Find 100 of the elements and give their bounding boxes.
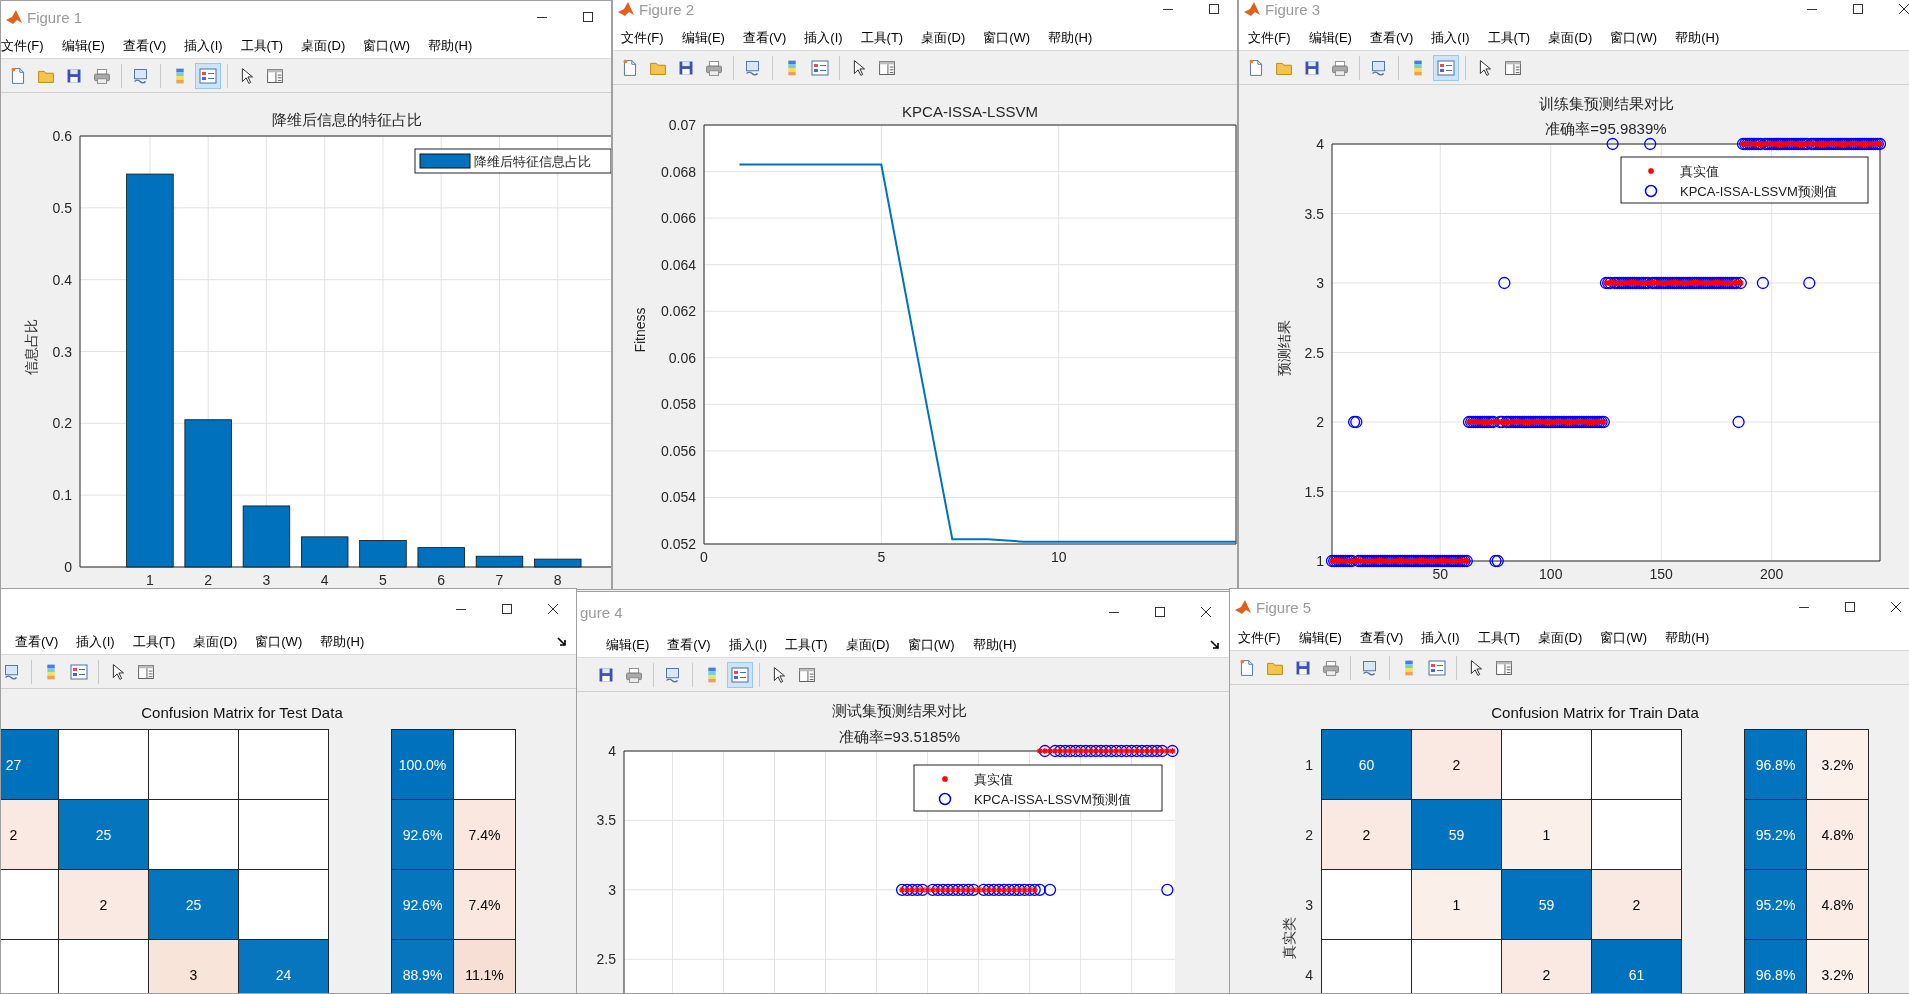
matrix-cell: 27 — [1, 730, 58, 799]
menu-item[interactable]: 桌面(D) — [1548, 28, 1593, 47]
menu-item[interactable]: 窗口(W) — [983, 28, 1031, 47]
summary-cell: 3.2% — [1807, 940, 1868, 993]
menu-item[interactable]: 插入(I) — [804, 28, 843, 47]
axis-tick-label: 0 — [700, 549, 708, 565]
axis-label: 信息占比 — [23, 319, 39, 375]
axis-tick-label: 2.5 — [596, 951, 616, 968]
menu-item[interactable]: 查看(V) — [1369, 28, 1414, 47]
menu-item[interactable]: 编辑(E) — [1308, 28, 1352, 47]
window-title: Figure 2 — [639, 0, 695, 18]
legend-label: KPCA-ISSA-LSSVM预测值 — [974, 792, 1131, 807]
menu-item[interactable]: 帮助(H) — [1665, 628, 1710, 647]
menu-item[interactable]: 工具(T) — [784, 635, 828, 654]
axis-tick-label: 4 — [608, 743, 616, 759]
axis-tick-label: 0.058 — [660, 396, 696, 413]
matrix-cell: 59 — [1412, 800, 1501, 869]
menu-item[interactable]: 窗口(W) — [907, 635, 955, 654]
axis-tick-label: 0.06 — [668, 349, 696, 366]
menu-item[interactable]: 工具(T) — [1487, 28, 1531, 47]
menu-item[interactable]: 插入(I) — [1421, 628, 1460, 647]
menu-item[interactable]: 帮助(H) — [1675, 28, 1720, 47]
axis-tick-label: 4 — [1304, 966, 1314, 985]
summary-cell: 11.1% — [454, 940, 515, 993]
axis-tick-label: 0.6 — [52, 128, 72, 144]
window-title: Figure 3 — [1265, 0, 1321, 18]
summary-cell: 95.2% — [1745, 800, 1806, 869]
axis-tick-label: 100 — [1539, 566, 1563, 582]
menu-item[interactable]: 插入(I) — [1431, 28, 1470, 47]
menu-item[interactable]: 工具(T) — [1477, 628, 1521, 647]
menu-item[interactable]: 插入(I) — [76, 632, 115, 651]
axis-tick-label: 6 — [437, 572, 446, 588]
menu-item[interactable]: 编辑(E) — [1298, 628, 1342, 647]
menu-item[interactable]: 桌面(D) — [845, 635, 890, 654]
menu-item[interactable]: 窗口(W) — [363, 36, 411, 55]
summary-cell: 96.8% — [1745, 940, 1806, 993]
matrix-cell: 61 — [1592, 940, 1681, 993]
axis-tick-label: 0.056 — [660, 442, 696, 459]
matrix-cell: 2 — [1322, 800, 1411, 869]
menu-item[interactable]: 查看(V) — [667, 635, 711, 654]
menu-item[interactable]: 桌面(D) — [1538, 628, 1583, 647]
menu-item[interactable]: 帮助(H) — [1048, 28, 1093, 47]
axis-tick-label: 2.5 — [1304, 344, 1324, 361]
menu-item[interactable]: 查看(V) — [742, 28, 787, 47]
menu-item[interactable]: 编辑(E) — [606, 635, 650, 654]
window-title: Figure 5 — [1256, 598, 1312, 616]
menu-item[interactable]: 查看(V) — [15, 632, 59, 651]
menu-item[interactable]: 窗口(W) — [1600, 628, 1648, 647]
axis-tick-label: 8 — [553, 572, 562, 588]
menu-item[interactable]: 插入(I) — [728, 635, 767, 654]
axis-label: Fitness — [632, 307, 648, 353]
menu-item[interactable]: 帮助(H) — [972, 635, 1017, 654]
menu-item[interactable]: 文件(F) — [1248, 28, 1291, 47]
menu-item[interactable]: 桌面(D) — [921, 28, 966, 47]
menu-item[interactable]: 工具(T) — [860, 28, 904, 47]
menu-item[interactable]: 插入(I) — [184, 36, 223, 55]
axis-tick-label: 3 — [1304, 896, 1314, 915]
summary-cell: 7.4% — [454, 870, 515, 939]
summary-cell: 7.4% — [454, 800, 515, 869]
legend-label: 降维后特征信息占比 — [474, 154, 591, 169]
summary-cell: 92.6% — [392, 800, 453, 869]
menu-item[interactable]: 编辑(E) — [681, 28, 725, 47]
axis-tick-label: 0.052 — [660, 536, 696, 552]
axis-tick-label: 7 — [495, 572, 504, 588]
axis-tick-label: 3.5 — [1304, 205, 1324, 222]
menu-item[interactable]: 工具(T) — [240, 36, 284, 55]
summary-cell: 4.8% — [1807, 800, 1868, 869]
chart-title: 测试集预测结果对比 — [832, 702, 967, 719]
menu-item[interactable]: 窗口(W) — [255, 632, 303, 651]
axis-tick-label: 3 — [262, 572, 271, 588]
matrix-cell: 3 — [149, 940, 238, 993]
chart-title: Confusion Matrix for Test Data — [140, 703, 344, 723]
axis-tick-label: 0.07 — [668, 117, 696, 133]
axis-tick-label: 4 — [320, 572, 329, 588]
menu-item[interactable]: 帮助(H) — [320, 632, 365, 651]
axis-tick-label: 0.3 — [52, 343, 72, 360]
matrix-cell: 2 — [1592, 870, 1681, 939]
axis-tick-label: 0.5 — [52, 199, 72, 216]
menu-item[interactable]: 帮助(H) — [428, 36, 473, 55]
menu-item[interactable]: 桌面(D) — [193, 632, 238, 651]
matrix-cell: 25 — [149, 870, 238, 939]
axis-tick-label: 4 — [1316, 136, 1324, 152]
axis-tick-label: 2 — [1316, 414, 1324, 430]
menu-item[interactable]: 文件(F) — [1238, 628, 1281, 647]
menu-item[interactable]: 工具(T) — [132, 632, 176, 651]
matrix-cell: 1 — [1502, 800, 1591, 869]
matrix-cell: 2 — [1502, 940, 1591, 993]
menu-item[interactable]: 窗口(W) — [1610, 28, 1658, 47]
axis-tick-label: 3 — [608, 881, 616, 898]
axis-tick-label: 0.062 — [660, 303, 696, 320]
menu-item[interactable]: 桌面(D) — [301, 36, 346, 55]
axis-tick-label: 1.5 — [1304, 483, 1324, 500]
menu-item[interactable]: 编辑(E) — [61, 36, 105, 55]
menu-item[interactable]: 文件(F) — [1, 36, 44, 55]
menu-item[interactable]: 查看(V) — [122, 36, 167, 55]
axis-tick-label: 200 — [1760, 566, 1784, 582]
menu-item[interactable]: 查看(V) — [1359, 628, 1404, 647]
menu-item[interactable]: 文件(F) — [621, 28, 664, 47]
axis-tick-label: 3.5 — [596, 812, 616, 829]
axis-tick-label: 3 — [1316, 275, 1324, 291]
